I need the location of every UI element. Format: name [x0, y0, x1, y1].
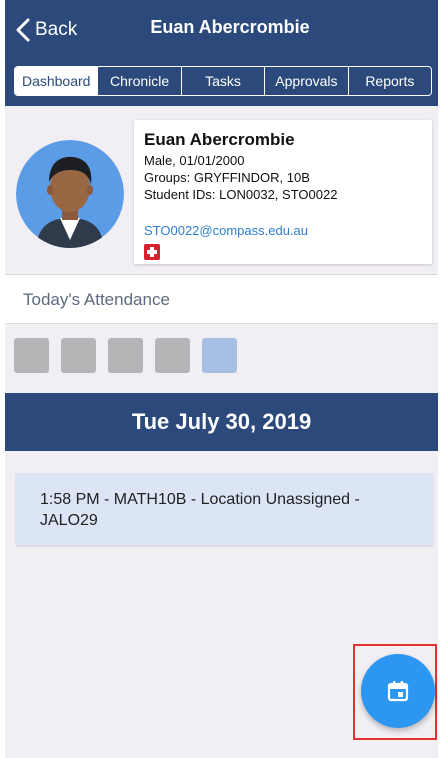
profile-section: Euan Abercrombie Male, 01/01/2000 Groups… — [5, 106, 438, 272]
tab-chronicle[interactable]: Chronicle — [98, 67, 182, 95]
avatar — [16, 140, 124, 248]
back-button[interactable]: Back — [15, 16, 77, 44]
student-info-card: Euan Abercrombie Male, 01/01/2000 Groups… — [134, 120, 432, 264]
attendance-period-3[interactable] — [108, 338, 143, 373]
calendar-icon — [387, 681, 409, 702]
attendance-periods — [14, 338, 237, 373]
app-screen: Back Euan Abercrombie Dashboard Chronicl… — [5, 0, 438, 758]
student-email-link[interactable]: STO0022@compass.edu.au — [144, 223, 308, 238]
tab-approvals[interactable]: Approvals — [265, 67, 349, 95]
attendance-period-5[interactable] — [202, 338, 237, 373]
attendance-period-4[interactable] — [155, 338, 190, 373]
navigation-bar: Back Euan Abercrombie Dashboard Chronicl… — [5, 0, 438, 106]
tab-reports[interactable]: Reports — [349, 67, 431, 95]
attendance-title: Today's Attendance — [23, 290, 170, 309]
attendance-period-2[interactable] — [61, 338, 96, 373]
student-name: Euan Abercrombie — [144, 130, 295, 149]
student-ids: Student IDs: LON0032, STO0022 — [144, 187, 338, 202]
calendar-fab-button[interactable] — [361, 654, 435, 728]
segmented-tabs: Dashboard Chronicle Tasks Approvals Repo… — [14, 66, 432, 96]
student-gender-dob: Male, 01/01/2000 — [144, 153, 245, 168]
schedule-event-item[interactable]: 1:58 PM - MATH10B - Location Unassigned … — [16, 473, 433, 545]
student-groups: Groups: GRYFFINDOR, 10B — [144, 170, 310, 185]
chevron-left-icon — [16, 18, 30, 42]
back-label: Back — [35, 19, 78, 40]
date-header: Tue July 30, 2019 — [5, 393, 438, 451]
attendance-period-1[interactable] — [14, 338, 49, 373]
page-title: Euan Abercrombie — [150, 17, 310, 37]
tab-dashboard[interactable]: Dashboard — [15, 67, 99, 95]
tab-tasks[interactable]: Tasks — [182, 67, 266, 95]
student-avatar-icon — [16, 140, 124, 248]
medical-alert-icon[interactable] — [144, 244, 160, 260]
date-label: Tue July 30, 2019 — [131, 409, 312, 434]
attendance-header: Today's Attendance — [5, 274, 438, 324]
